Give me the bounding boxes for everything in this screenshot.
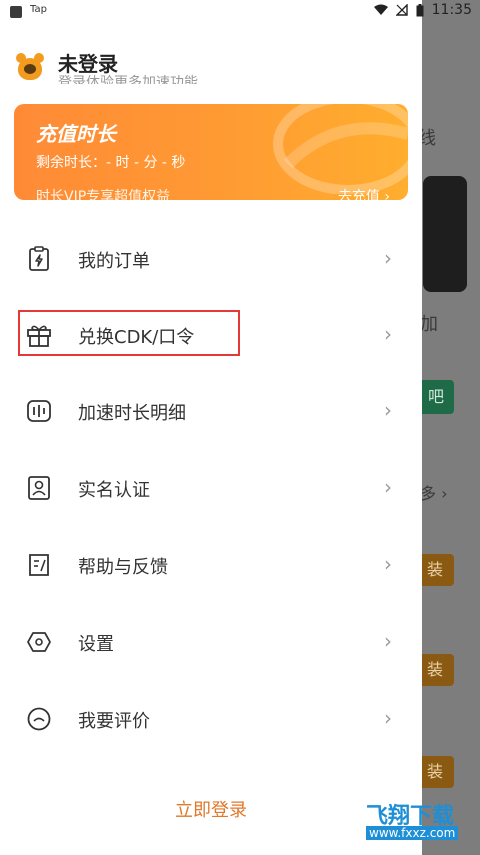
feedback-doc-icon: [29, 554, 49, 576]
menu-item-real-name[interactable]: 实名认证 ›: [0, 457, 422, 517]
chevron-right-icon: ›: [384, 398, 392, 422]
user-subtitle: 登录体验更多加速功能: [58, 75, 198, 84]
chevron-right-icon: ›: [384, 706, 392, 730]
bg-text-fragment: 加: [420, 314, 438, 335]
face-icon: [27, 707, 51, 731]
bg-more-link: 多 ›: [420, 484, 448, 503]
vip-decoration-icon: [273, 104, 408, 194]
menu-item-speed-details[interactable]: 加速时长明细 ›: [0, 380, 422, 440]
battery-icon: [416, 3, 424, 16]
menu-item-rate[interactable]: 我要评价 ›: [0, 688, 422, 748]
menu-item-orders[interactable]: 我的订单 ›: [0, 228, 422, 288]
watermark-logo-icon: [316, 798, 362, 844]
menu-label: 我的订单: [78, 251, 150, 272]
bg-green-button: 吧: [418, 380, 454, 414]
app-notification-icon: [10, 6, 22, 18]
hexagon-settings-icon: [27, 632, 51, 652]
menu-label: 设置: [78, 634, 114, 655]
menu-label: 实名认证: [78, 480, 150, 501]
avatar[interactable]: [14, 50, 46, 82]
signal-off-icon: [395, 4, 408, 16]
wifi-icon: [373, 4, 388, 15]
vip-title: 充值时长: [36, 122, 116, 146]
status-time: 11:35: [431, 2, 472, 18]
vip-remaining-time: 剩余时长：- 时 - 分 - 秒: [36, 155, 186, 171]
vip-recharge-card[interactable]: 充值时长 剩余时长：- 时 - 分 - 秒 时长VIP专享超值权益 去充值 ›: [14, 104, 408, 200]
side-drawer: Tap 未登录 登录体验更多加速功能 充值时长 剩余时长：- 时 - 分 - 秒…: [0, 0, 422, 855]
status-app-name: Tap: [30, 4, 47, 15]
clipboard-lightning-icon: [29, 246, 49, 271]
recharge-link[interactable]: 去充值 ›: [338, 186, 390, 200]
chevron-right-icon: ›: [384, 629, 392, 653]
chevron-right-icon: ›: [384, 322, 392, 346]
watermark-url: www.fxxz.com: [366, 826, 459, 840]
menu-label: 我要评价: [78, 711, 150, 732]
chevron-right-icon: ›: [384, 475, 392, 499]
menu-item-settings[interactable]: 设置 ›: [0, 611, 422, 671]
waveform-icon: [27, 400, 51, 422]
status-icons: 11:35: [373, 2, 472, 18]
watermark-logo: 飞翔下载 www.fxxz.com: [316, 796, 474, 846]
menu-item-help-feedback[interactable]: 帮助与反馈 ›: [0, 534, 422, 594]
chevron-right-icon: ›: [384, 552, 392, 576]
highlight-box: [18, 310, 240, 356]
menu-label: 加速时长明细: [78, 403, 186, 424]
mascot-icon: [24, 64, 36, 74]
user-name[interactable]: 未登录: [58, 48, 118, 77]
chevron-right-icon: ›: [384, 246, 392, 270]
bg-game-card: [423, 176, 467, 292]
vip-description: 时长VIP专享超值权益: [36, 189, 171, 200]
menu-label: 帮助与反馈: [78, 557, 168, 578]
id-card-icon: [28, 476, 50, 500]
